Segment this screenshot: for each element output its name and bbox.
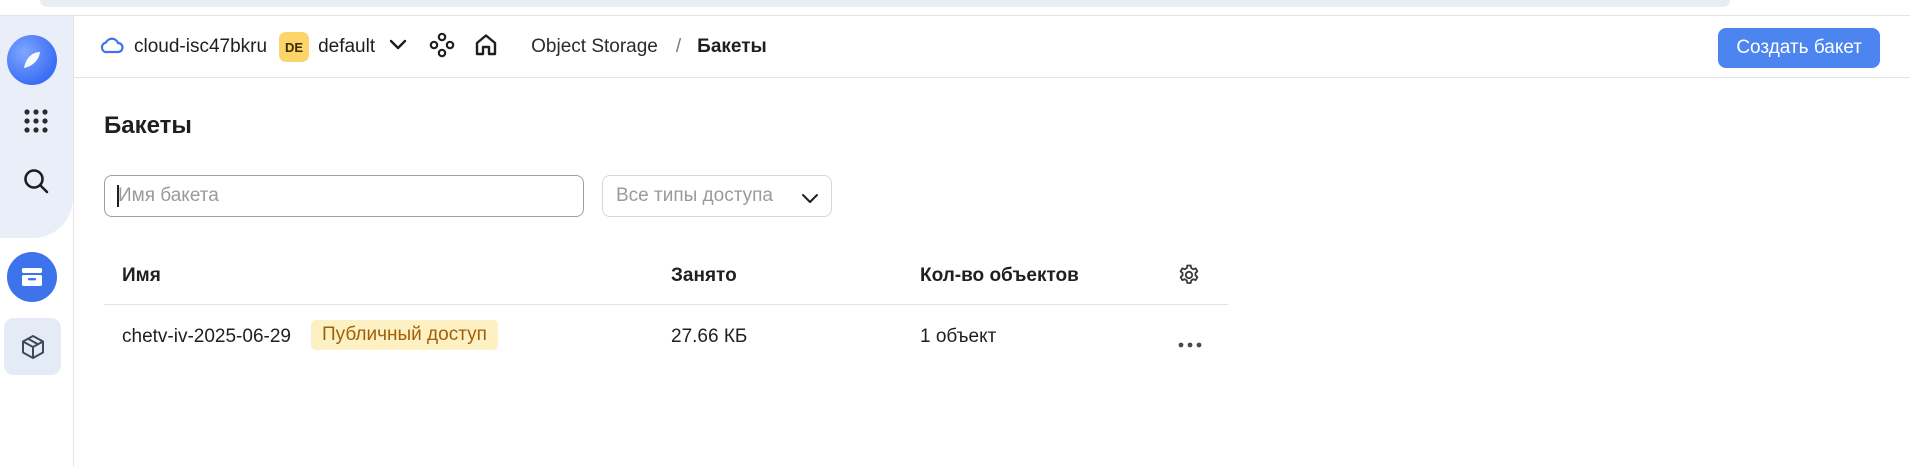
apps-grid-icon[interactable] <box>7 92 64 149</box>
gear-icon[interactable] <box>1177 263 1201 292</box>
top-header: cloud-isc47bkru DE default Object Storag… <box>74 16 1910 78</box>
column-header-name[interactable]: Имя <box>122 265 161 287</box>
table-header: Имя Занято Кол-во объектов <box>104 249 1228 305</box>
buckets-table: Имя Занято Кол-во объектов chetv-iv-2025… <box>104 249 1228 369</box>
browser-top-strip <box>0 0 1910 16</box>
access-type-select-value: Все типы доступа <box>616 185 773 206</box>
nodes-icon[interactable] <box>429 32 455 63</box>
chevron-down-icon[interactable] <box>389 38 407 56</box>
page-title: Бакеты <box>104 112 192 139</box>
column-header-objects[interactable]: Кол-во объектов <box>920 265 1079 287</box>
bucket-object-count: 1 объект <box>920 326 997 347</box>
cube-icon[interactable] <box>4 318 61 375</box>
search-icon[interactable] <box>7 152 64 209</box>
text-cursor <box>117 185 119 207</box>
chevron-down-icon <box>801 188 819 210</box>
bucket-name[interactable]: chetv-iv-2025-06-29 <box>122 326 291 348</box>
cloud-icon <box>98 35 124 60</box>
home-icon[interactable] <box>473 32 499 63</box>
logo-icon[interactable] <box>7 35 57 85</box>
breadcrumb-service[interactable]: Object Storage <box>531 36 658 58</box>
create-bucket-button[interactable]: Создать бакет <box>1718 28 1880 68</box>
address-bar-edge <box>40 0 1730 7</box>
access-type-select[interactable]: Все типы доступа <box>602 175 832 217</box>
object-storage-icon[interactable] <box>7 252 57 302</box>
folder-name[interactable]: default <box>318 36 375 58</box>
cloud-name[interactable]: cloud-isc47bkru <box>134 36 267 58</box>
public-access-badge: Публичный доступ <box>311 320 498 350</box>
folder-badge: DE <box>279 32 310 62</box>
column-header-used[interactable]: Занято <box>671 265 737 287</box>
table-row[interactable]: chetv-iv-2025-06-29 Публичный доступ 27.… <box>104 305 1228 369</box>
sidebar <box>0 16 74 467</box>
breadcrumb-current: Бакеты <box>697 36 767 57</box>
bucket-used-size: 27.66 КБ <box>671 326 748 347</box>
breadcrumb-separator: / <box>675 36 682 57</box>
more-icon[interactable] <box>1178 335 1202 353</box>
bucket-name-search-input[interactable] <box>104 175 584 217</box>
